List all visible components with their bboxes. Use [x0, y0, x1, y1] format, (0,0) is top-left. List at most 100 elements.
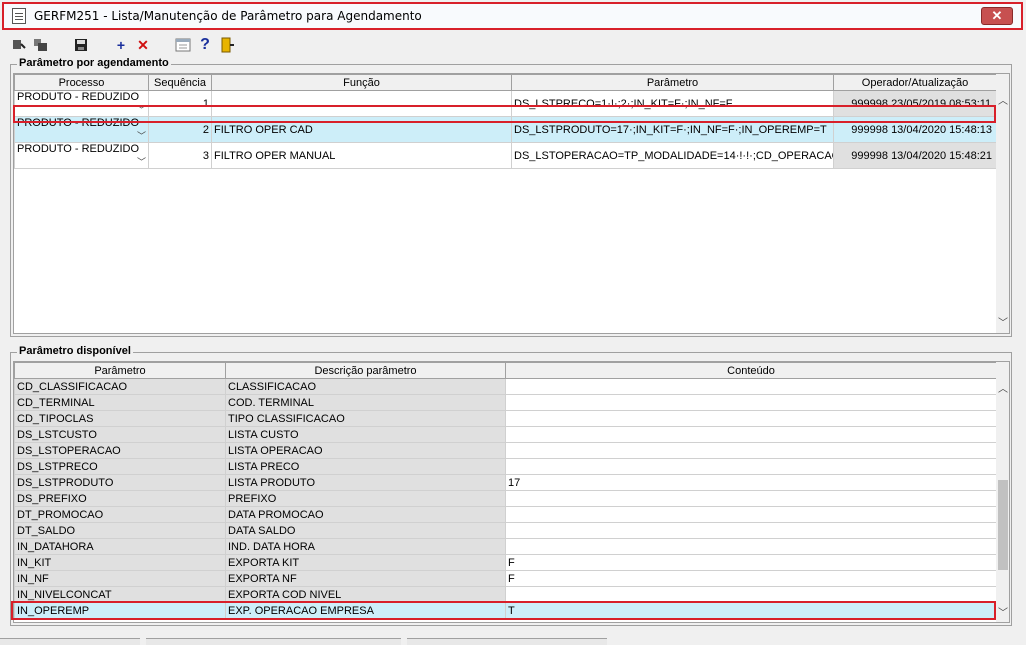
processo-select[interactable]: PRODUTO - REDUZIDO ﹀	[14, 90, 149, 117]
param-name-cell: DS_PREFIXO	[14, 490, 226, 507]
param-value-cell[interactable]	[505, 442, 997, 459]
param-desc-cell: LISTA PRECO	[225, 458, 506, 475]
param-desc-cell: CLASSIFICACAO	[225, 378, 506, 395]
schedule-params-label: Parâmetro por agendamento	[17, 57, 171, 69]
param-value-cell[interactable]	[505, 410, 997, 427]
available-row[interactable]: IN_NF EXPORTA NF F	[14, 570, 997, 587]
chevron-down-icon[interactable]: ﹀	[137, 103, 146, 116]
param-desc-cell: IND. DATA HORA	[225, 538, 506, 555]
available-row[interactable]: DS_LSTPRECO LISTA PRECO	[14, 458, 997, 475]
operador-value: 999998	[851, 97, 888, 110]
save-icon[interactable]	[70, 35, 92, 55]
schedule-row[interactable]: PRODUTO - REDUZIDO ﹀ 1 DS_LSTPRECO=1·!·;2…	[14, 90, 997, 117]
col-funcao[interactable]: Função	[211, 74, 512, 91]
available-row-selected[interactable]: IN_OPEREMP EXP. OPERACAO EMPRESA T	[14, 602, 997, 619]
param-value-cell[interactable]: F	[505, 570, 997, 587]
col-operador[interactable]: Operador/Atualização	[833, 74, 997, 91]
available-row[interactable]: DS_LSTOPERACAO LISTA OPERACAO	[14, 442, 997, 459]
sequencia-cell[interactable]: 2	[148, 116, 212, 143]
scroll-up-icon[interactable]: ︿	[996, 380, 1009, 395]
add-icon[interactable]: +	[110, 35, 132, 55]
parametro-cell[interactable]: DS_LSTPRECO=1·!·;2·;IN_KIT=F·;IN_NF=F	[511, 90, 834, 117]
parametro-cell[interactable]: DS_LSTPRODUTO=17·;IN_KIT=F·;IN_NF=F·;IN_…	[511, 116, 834, 143]
available-row[interactable]: CD_TERMINAL COD. TERMINAL	[14, 394, 997, 411]
scroll-thumb[interactable]	[998, 480, 1008, 570]
param-value-cell[interactable]	[505, 426, 997, 443]
param-desc-cell: DATA PROMOCAO	[225, 506, 506, 523]
schedule-row[interactable]: PRODUTO - REDUZIDO ﹀ 3 FILTRO OPER MANUAL…	[14, 142, 997, 169]
processo-value: PRODUTO - REDUZIDO	[17, 143, 140, 156]
available-row[interactable]: CD_CLASSIFICACAO CLASSIFICACAO	[14, 378, 997, 395]
scroll-down-icon[interactable]: ﹀	[996, 314, 1009, 329]
funcao-cell[interactable]	[211, 90, 512, 117]
param-value-cell[interactable]	[505, 538, 997, 555]
param-name-cell: DS_LSTOPERACAO	[14, 442, 226, 459]
schedule-params-grid: Processo Sequência Função Parâmetro Oper…	[13, 73, 1010, 334]
col-conteudo[interactable]: Conteúdo	[505, 362, 997, 379]
atualizacao-value: 23/05/2019 08:53:11	[891, 97, 992, 110]
sequencia-cell[interactable]: 1	[148, 90, 212, 117]
funcao-cell[interactable]: FILTRO OPER MANUAL	[211, 142, 512, 169]
chevron-down-icon[interactable]: ﹀	[137, 129, 146, 142]
next-record-icon[interactable]	[30, 35, 52, 55]
param-desc-cell: LISTA CUSTO	[225, 426, 506, 443]
available-row[interactable]: DS_LSTCUSTO LISTA CUSTO	[14, 426, 997, 443]
sequencia-cell[interactable]: 3	[148, 142, 212, 169]
param-value-cell[interactable]: T	[505, 602, 997, 619]
available-header-row: Parâmetro Descrição parâmetro Conteúdo	[14, 362, 997, 379]
param-value-cell[interactable]	[505, 522, 997, 539]
operador-value: 999998	[851, 149, 888, 162]
first-record-icon[interactable]	[8, 35, 30, 55]
param-value-cell[interactable]	[505, 506, 997, 523]
available-row[interactable]: IN_NIVELCONCAT EXPORTA COD NIVEL	[14, 586, 997, 603]
param-name-cell: IN_KIT	[14, 554, 226, 571]
exit-icon[interactable]	[216, 35, 238, 55]
help-icon[interactable]: ?	[194, 35, 216, 55]
param-value-cell[interactable]	[505, 378, 997, 395]
param-name-cell: DT_PROMOCAO	[14, 506, 226, 523]
schedule-row-selected[interactable]: PRODUTO - REDUZIDO ﹀ 2 FILTRO OPER CAD DS…	[14, 116, 997, 143]
schedule-scrollbar[interactable]: ︿ ﹀	[996, 74, 1009, 333]
scroll-down-icon[interactable]: ﹀	[996, 604, 1009, 619]
operador-value: 999998	[851, 123, 888, 136]
available-row[interactable]: DT_SALDO DATA SALDO	[14, 522, 997, 539]
param-value-cell[interactable]: F	[505, 554, 997, 571]
available-params-label: Parâmetro disponível	[17, 345, 133, 357]
chevron-down-icon[interactable]: ﹀	[137, 155, 146, 168]
param-value-cell[interactable]	[505, 490, 997, 507]
available-row[interactable]: IN_DATAHORA IND. DATA HORA	[14, 538, 997, 555]
col-parametro[interactable]: Parâmetro	[14, 362, 226, 379]
param-value-cell[interactable]	[505, 458, 997, 475]
processo-value: PRODUTO - REDUZIDO	[17, 91, 140, 104]
col-processo[interactable]: Processo	[14, 74, 149, 91]
atualizacao-value: 13/04/2020 15:48:13	[891, 123, 992, 136]
param-value-cell[interactable]	[505, 394, 997, 411]
scroll-up-icon[interactable]: ︿	[996, 92, 1009, 107]
param-desc-cell: EXPORTA COD NIVEL	[225, 586, 506, 603]
col-descricao[interactable]: Descrição parâmetro	[225, 362, 506, 379]
close-button[interactable]: ✕	[981, 7, 1013, 25]
processo-select[interactable]: PRODUTO - REDUZIDO ﹀	[14, 142, 149, 169]
param-desc-cell: LISTA OPERACAO	[225, 442, 506, 459]
available-row[interactable]: DT_PROMOCAO DATA PROMOCAO	[14, 506, 997, 523]
param-name-cell: IN_OPEREMP	[14, 602, 226, 619]
available-scrollbar[interactable]: ︿ ﹀	[996, 362, 1009, 622]
available-row[interactable]: DS_PREFIXO PREFIXO	[14, 490, 997, 507]
available-row[interactable]: CD_TIPOCLAS TIPO CLASSIFICACAO	[14, 410, 997, 427]
param-value-cell[interactable]: 17	[505, 474, 997, 491]
param-desc-cell: DATA SALDO	[225, 522, 506, 539]
param-value-cell[interactable]	[505, 586, 997, 603]
available-row[interactable]: DS_LSTPRODUTO LISTA PRODUTO 17	[14, 474, 997, 491]
processo-select[interactable]: PRODUTO - REDUZIDO ﹀	[14, 116, 149, 143]
calendar-icon[interactable]	[172, 35, 194, 55]
col-sequencia[interactable]: Sequência	[148, 74, 212, 91]
funcao-cell[interactable]: FILTRO OPER CAD	[211, 116, 512, 143]
parametro-cell[interactable]: DS_LSTOPERACAO=TP_MODALIDADE=14·!·!·;CD_…	[511, 142, 834, 169]
param-name-cell: IN_NF	[14, 570, 226, 587]
delete-icon[interactable]: ✕	[132, 35, 154, 55]
available-row[interactable]: IN_KIT EXPORTA KIT F	[14, 554, 997, 571]
col-parametro[interactable]: Parâmetro	[511, 74, 834, 91]
param-desc-cell: PREFIXO	[225, 490, 506, 507]
title-bar: GERFM251 - Lista/Manutenção de Parâmetro…	[2, 2, 1023, 30]
param-desc-cell: LISTA PRODUTO	[225, 474, 506, 491]
